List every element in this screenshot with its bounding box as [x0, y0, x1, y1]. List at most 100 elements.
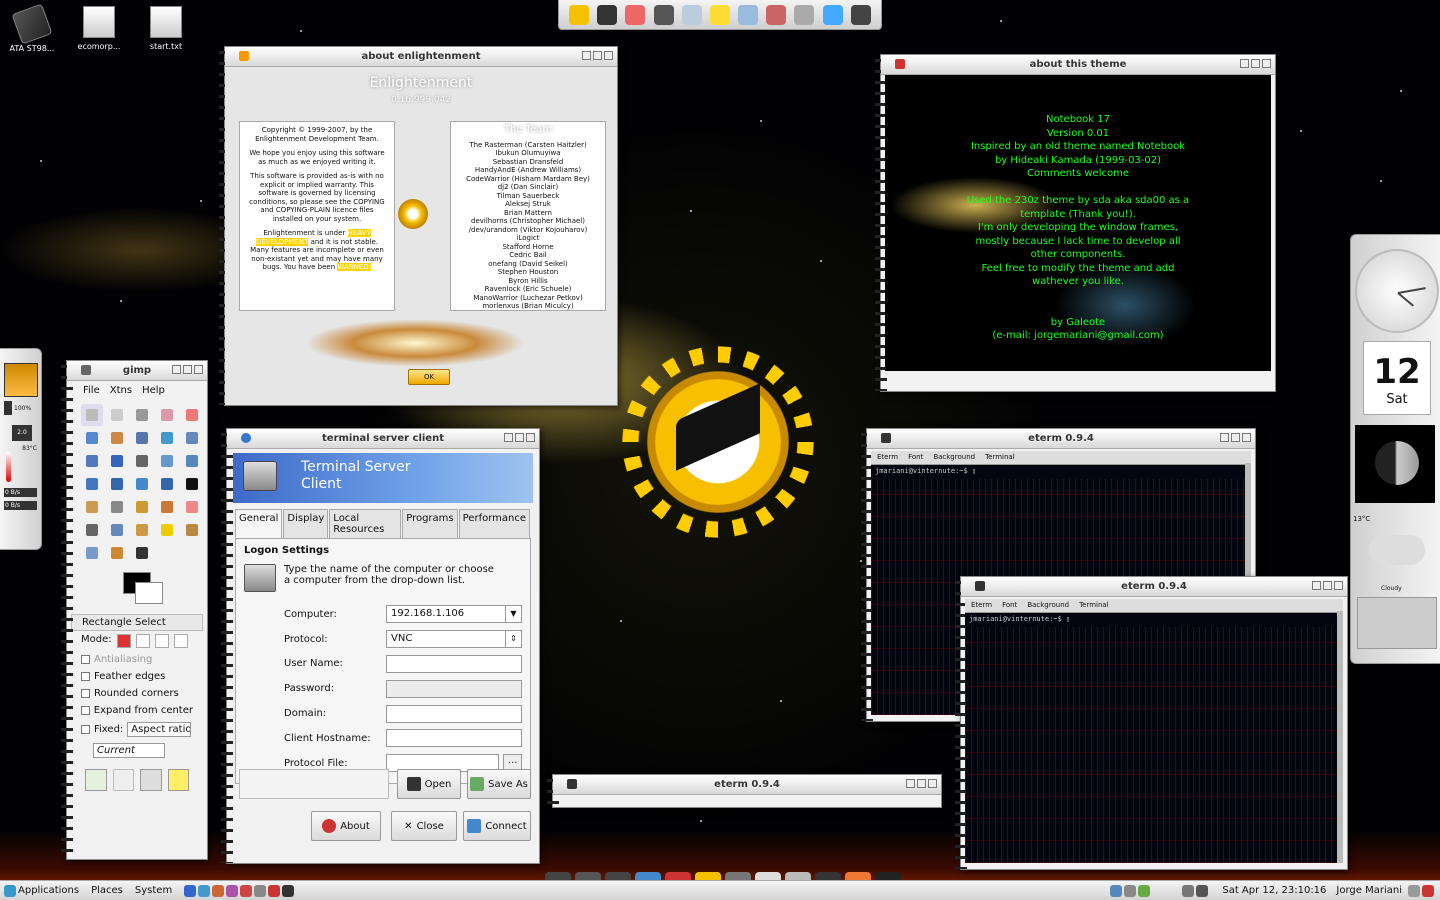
username-field[interactable]	[386, 654, 522, 673]
shear-tool-icon[interactable]	[106, 473, 128, 495]
tab-local-resources[interactable]: Local Resources	[329, 509, 402, 538]
scrollbar[interactable]	[1337, 611, 1343, 863]
background-color[interactable]	[135, 582, 163, 604]
tab-programs[interactable]: Programs	[402, 509, 458, 538]
network-icon[interactable]	[1110, 884, 1123, 897]
restore-options-icon[interactable]	[112, 769, 134, 791]
close-dialog-button[interactable]: ✕ Close	[391, 811, 457, 841]
calendar-gadget[interactable]: 12 Sat	[1363, 341, 1431, 415]
maximize-button[interactable]	[1231, 433, 1240, 442]
blend-tool-icon[interactable]	[106, 496, 128, 518]
text-tool-icon[interactable]	[181, 473, 203, 495]
mode-subtract-button[interactable]	[154, 634, 169, 648]
titlebar[interactable]: about enlightenment	[225, 47, 617, 67]
clock-gadget[interactable]	[1355, 249, 1439, 333]
menu-background[interactable]: Background	[1027, 601, 1069, 610]
app-launcher-icon[interactable]	[4, 363, 38, 397]
close-button[interactable]	[928, 779, 937, 788]
tab-performance[interactable]: Performance	[458, 509, 530, 538]
menu-font[interactable]: Font	[908, 453, 923, 462]
desktop-icon-drive[interactable]: ATA ST98...	[0, 3, 64, 53]
panel-clock[interactable]: Sat Apr 12, 23:10:16	[1222, 885, 1326, 896]
minimize-button[interactable]	[1240, 59, 1249, 68]
mode-add-button[interactable]	[135, 634, 150, 648]
minimize-button[interactable]	[906, 779, 915, 788]
save-options-icon[interactable]	[85, 769, 107, 791]
printer-icon[interactable]	[1182, 884, 1195, 897]
maximize-button[interactable]	[1323, 581, 1332, 590]
close-button[interactable]	[526, 433, 535, 442]
tab-general[interactable]: General	[235, 509, 283, 538]
mode-replace-button[interactable]	[116, 634, 131, 648]
minimize-button[interactable]	[582, 51, 591, 60]
titlebar[interactable]: gimp	[67, 361, 207, 381]
password-field[interactable]	[386, 679, 522, 698]
save-as-button[interactable]: Save As	[467, 769, 531, 799]
user-name[interactable]: Jorge Mariani	[1336, 885, 1402, 896]
close-button[interactable]	[194, 365, 203, 374]
crop-tool-icon[interactable]	[156, 450, 178, 472]
saved-connections-combo[interactable]	[239, 769, 389, 799]
network-icon[interactable]	[822, 4, 843, 25]
fixed-mode-select[interactable]: Aspect ratio	[127, 722, 192, 737]
tsclient-icon[interactable]	[681, 4, 702, 25]
move-tool-icon[interactable]	[106, 450, 128, 472]
maximize-button[interactable]	[1251, 59, 1260, 68]
perspective-clone-tool-icon[interactable]	[181, 519, 203, 541]
rounded-option[interactable]: Rounded corners	[67, 685, 207, 702]
maximize-button[interactable]	[917, 779, 926, 788]
menu-font[interactable]: Font	[1002, 601, 1017, 610]
maximize-button[interactable]	[515, 433, 524, 442]
client-hostname-field[interactable]	[386, 729, 522, 748]
flip-tool-icon[interactable]	[156, 473, 178, 495]
align-tool-icon[interactable]	[131, 450, 153, 472]
launcher-icon[interactable]	[282, 884, 295, 897]
launcher-icon[interactable]	[254, 884, 267, 897]
feather-option[interactable]: Feather edges	[67, 668, 207, 685]
measure-tool-icon[interactable]	[81, 450, 103, 472]
about-button[interactable]: About	[311, 811, 381, 841]
eraser-tool-icon[interactable]	[181, 496, 203, 518]
open-button[interactable]: Open	[397, 769, 461, 799]
launcher-icon[interactable]	[198, 884, 211, 897]
dodge-burn-tool-icon[interactable]	[131, 542, 153, 564]
close-button[interactable]	[1262, 59, 1271, 68]
scissors-tool-icon[interactable]	[81, 427, 103, 449]
color-select-tool-icon[interactable]	[181, 404, 203, 426]
desktop-icon-ecomorph[interactable]: ecomorp...	[67, 6, 131, 51]
paths-tool-icon[interactable]	[131, 427, 153, 449]
titlebar[interactable]: eterm 0.9.4	[553, 775, 941, 795]
fixed-option[interactable]: Fixed: Aspect ratio	[67, 719, 207, 740]
clock-icon[interactable]	[1124, 884, 1137, 897]
menu-help[interactable]: Help	[142, 385, 165, 396]
airbrush-tool-icon[interactable]	[81, 519, 103, 541]
firefox-icon[interactable]	[625, 4, 646, 25]
updown-icon[interactable]: ⇕	[505, 631, 521, 648]
domain-field[interactable]	[386, 704, 522, 723]
protocol-select[interactable]: VNC ⇕	[386, 630, 522, 649]
menu-xtns[interactable]: Xtns	[110, 385, 132, 396]
connect-button[interactable]: Connect	[463, 811, 531, 841]
chevron-down-icon[interactable]: ▼	[505, 606, 521, 623]
keyboard-icon[interactable]	[1196, 884, 1209, 897]
ok-button[interactable]: OK	[408, 369, 450, 385]
pager-gadget[interactable]	[1357, 597, 1437, 649]
fuzzy-select-tool-icon[interactable]	[156, 404, 178, 426]
rect-select-tool-icon[interactable]	[81, 404, 103, 426]
launcher-icon[interactable]	[226, 884, 239, 897]
tab-display[interactable]: Display	[283, 509, 329, 538]
antialiasing-option[interactable]: Antialiasing	[67, 651, 207, 668]
titlebar[interactable]: eterm 0.9.4	[867, 429, 1255, 449]
launcher-icon[interactable]	[240, 884, 253, 897]
menu-eterm[interactable]: Eterm	[877, 453, 898, 462]
color-picker-tool-icon[interactable]	[156, 427, 178, 449]
maximize-button[interactable]	[183, 365, 192, 374]
checkbox[interactable]	[81, 655, 90, 664]
heal-tool-icon[interactable]	[156, 519, 178, 541]
foreground-select-tool-icon[interactable]	[106, 427, 128, 449]
desktop-icon-start-txt[interactable]: start.txt	[134, 6, 198, 51]
scale-tool-icon[interactable]	[81, 473, 103, 495]
launcher-icon[interactable]	[184, 884, 197, 897]
clone-tool-icon[interactable]	[131, 519, 153, 541]
menu-background[interactable]: Background	[933, 453, 975, 462]
